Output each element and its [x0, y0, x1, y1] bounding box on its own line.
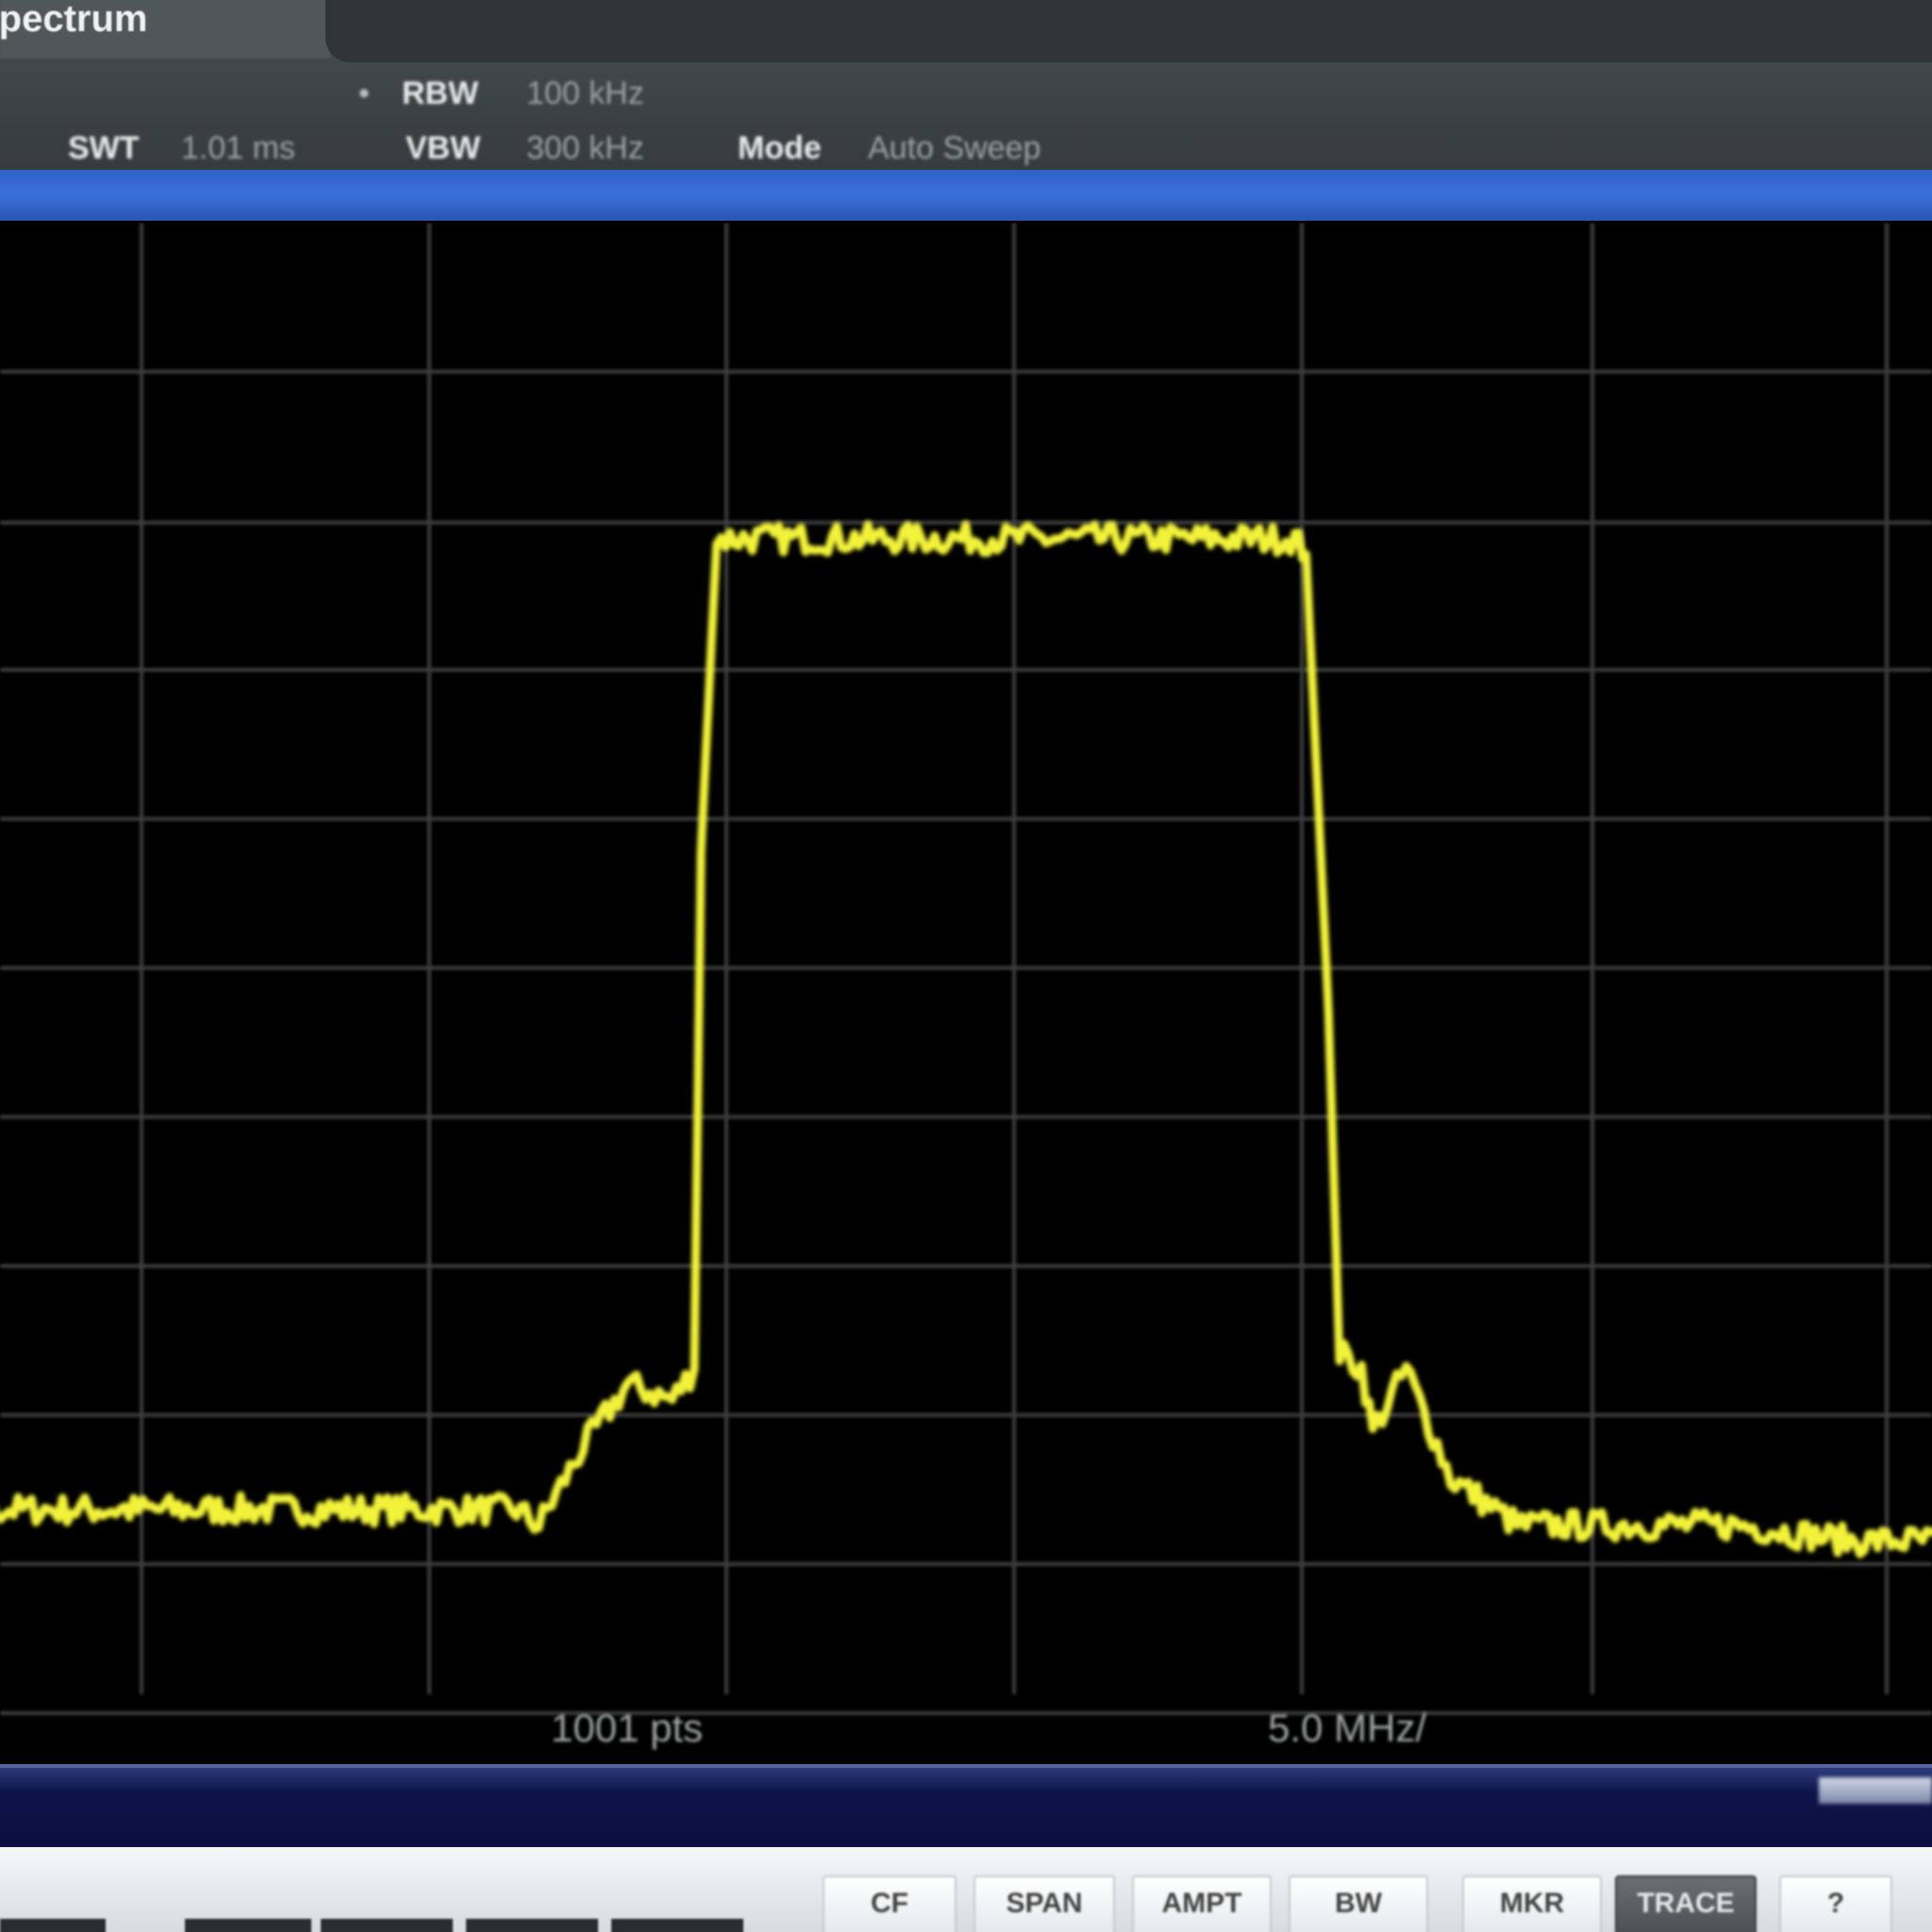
trace-layer	[0, 520, 1932, 1558]
taskbar-item-5[interactable]	[611, 1919, 743, 1932]
softkey-cf[interactable]: CF	[823, 1875, 957, 1932]
param-row-2: SWT 1.01 ms VBW 300 kHz Mode Auto Sweep	[0, 125, 1932, 172]
softkey-span[interactable]: SPAN	[974, 1875, 1115, 1932]
param-row-1: • RBW 100 kHz	[0, 70, 1932, 117]
vbw-key[interactable]: VBW	[406, 125, 480, 172]
softkey-more[interactable]: ?	[1779, 1875, 1892, 1932]
sweep-points-label: 1001 pts	[551, 1706, 704, 1750]
channel-tab-label: Spectrum	[0, 0, 148, 40]
channel-tab-spectrum[interactable]: Spectrum	[0, 0, 330, 58]
softkey-bw[interactable]: BW	[1289, 1875, 1428, 1932]
status-bar	[0, 1764, 1932, 1851]
mode-key[interactable]: Mode	[738, 125, 822, 172]
spectrum-plot[interactable]	[0, 223, 1932, 1764]
swt-value[interactable]: 1.01 ms	[181, 125, 295, 172]
trace-window-title-bar	[0, 170, 1932, 221]
measurement-header: Spectrum • RBW 100 kHz SWT 1.01 ms VBW 3…	[0, 0, 1932, 170]
status-indicator	[1819, 1777, 1932, 1804]
grid-lines	[0, 223, 1932, 1715]
mode-value[interactable]: Auto Sweep	[868, 125, 1041, 172]
taskbar-item-2[interactable]	[185, 1919, 311, 1932]
spectrum-plot-svg	[0, 223, 1932, 1715]
coupling-indicator: •	[358, 75, 370, 111]
rbw-value[interactable]: 100 kHz	[526, 70, 644, 117]
taskbar-item-4[interactable]	[466, 1919, 598, 1932]
span-per-div-label: 5.0 MHz/	[1268, 1706, 1427, 1750]
tab-strip	[325, 0, 1932, 62]
softkey-trace[interactable]: TRACE	[1615, 1875, 1757, 1932]
swt-key[interactable]: SWT	[68, 125, 140, 172]
softkey-ampt[interactable]: AMPT	[1132, 1875, 1272, 1932]
spectrum-trace-line	[0, 520, 1932, 1558]
taskbar-item-1[interactable]	[0, 1919, 106, 1932]
rbw-key[interactable]: RBW	[402, 70, 478, 117]
spectrum-analyzer-window: Spectrum • RBW 100 kHz SWT 1.01 ms VBW 3…	[0, 0, 1932, 1932]
softkey-mkr[interactable]: MKR	[1462, 1875, 1602, 1932]
vbw-value[interactable]: 300 kHz	[526, 125, 644, 172]
taskbar-item-3[interactable]	[321, 1919, 453, 1932]
